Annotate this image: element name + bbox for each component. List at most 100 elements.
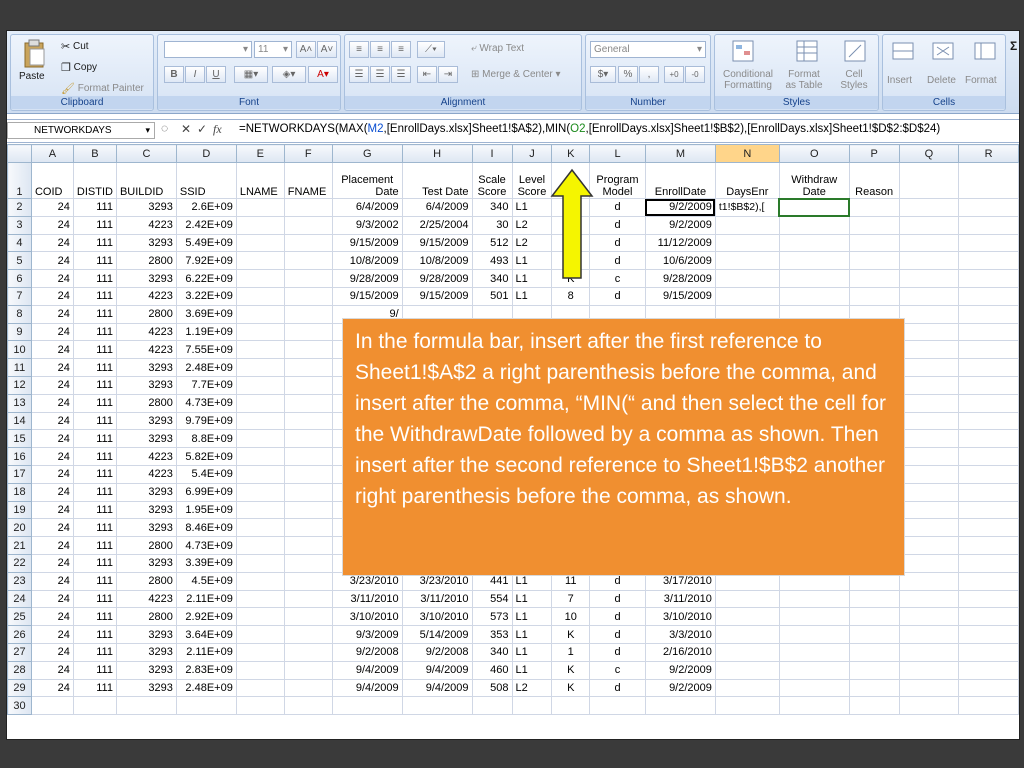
italic-button[interactable]: I [185,66,205,83]
cell[interactable]: L1 [511,607,553,627]
cell[interactable]: 24 [30,198,74,217]
cell[interactable]: 24 [30,269,74,288]
cell[interactable] [778,642,850,662]
column-header[interactable]: J [511,144,553,163]
cell[interactable] [958,411,1019,431]
cell[interactable] [235,269,285,288]
cell[interactable]: 2.48E+09 [175,678,237,698]
cell[interactable] [235,411,285,431]
cell[interactable]: 460 [471,660,513,680]
cell[interactable] [778,251,850,271]
cell[interactable]: L2 [511,233,553,253]
cell[interactable]: 2.11E+09 [175,642,237,662]
cell[interactable] [115,696,177,716]
cell[interactable]: 111 [72,322,117,342]
cell[interactable]: 5.49E+09 [175,233,237,253]
align-left-icon[interactable]: ☰ [349,66,369,83]
cell[interactable] [235,500,285,520]
cell[interactable] [714,678,780,698]
cell[interactable]: 111 [72,642,117,662]
header-cell[interactable]: FNAME [283,162,333,199]
cell[interactable] [714,251,780,271]
cell[interactable]: 111 [72,375,117,395]
cell[interactable] [898,411,960,431]
cell[interactable]: 24 [30,304,74,324]
cell[interactable]: 4223 [115,447,177,466]
cell[interactable]: 111 [72,660,117,680]
font-name-combo[interactable]: ▾ [164,41,252,58]
cell[interactable] [235,464,285,484]
cell[interactable]: 3/11/2010 [401,589,473,609]
row-header[interactable]: 16 [7,447,32,466]
align-bottom-icon[interactable]: ≡ [391,41,411,58]
cell[interactable]: 111 [72,429,117,449]
cell[interactable] [283,393,333,413]
increase-indent-icon[interactable]: ⇥ [438,66,458,83]
cell[interactable] [958,660,1019,680]
cell[interactable]: 3293 [115,518,177,538]
cell[interactable]: d [589,198,646,217]
header-cell[interactable]: LNAME [235,162,285,199]
row-header[interactable]: 27 [7,642,32,662]
cell[interactable] [898,678,960,698]
cell[interactable]: d [589,607,646,627]
column-header[interactable]: C [115,144,177,163]
cell[interactable] [958,482,1019,502]
cell[interactable] [958,429,1019,449]
cell[interactable]: c [589,660,646,680]
header-cell[interactable]: BUILDID [115,162,177,199]
grow-font-button[interactable]: A˄ [296,41,316,58]
header-cell[interactable]: Placement Date [331,162,403,199]
cell[interactable] [898,198,960,217]
cell[interactable]: 9/28/2009 [401,269,473,288]
cell[interactable] [958,607,1019,627]
cell[interactable]: 111 [72,358,117,377]
cell-styles-button[interactable]: Cell Styles [831,69,877,91]
cell[interactable] [235,340,285,360]
cell[interactable] [778,233,850,253]
cell[interactable]: d [589,678,646,698]
paste-button[interactable]: Paste [19,71,45,82]
header-cell[interactable]: DISTID [72,162,117,199]
cell[interactable]: 3.39E+09 [175,553,237,573]
cell[interactable]: 111 [72,251,117,271]
cell[interactable] [848,251,900,271]
cell[interactable]: c [589,269,646,288]
row-header[interactable]: 12 [7,375,32,395]
cell[interactable] [848,660,900,680]
cell[interactable]: d [589,625,646,644]
cell[interactable]: 3/3/2010 [644,625,716,644]
cell[interactable] [235,660,285,680]
cell[interactable] [778,286,850,306]
font-size-combo[interactable]: 11 ▾ [254,41,292,58]
cell[interactable]: 3/10/2010 [644,607,716,627]
cell[interactable] [958,464,1019,484]
cell[interactable] [283,536,333,555]
cell[interactable] [848,269,900,288]
cell[interactable]: 3.64E+09 [175,625,237,644]
cell[interactable] [714,269,780,288]
cell[interactable]: 24 [30,571,74,591]
cell[interactable]: 2.92E+09 [175,607,237,627]
cell[interactable] [898,696,960,716]
cell[interactable]: 111 [72,500,117,520]
cell[interactable] [283,429,333,449]
cell[interactable] [283,251,333,271]
cell[interactable]: 3293 [115,269,177,288]
cell[interactable]: 9/3/2009 [331,625,403,644]
cell[interactable]: 3.69E+09 [175,304,237,324]
cell[interactable]: 508 [471,678,513,698]
cell[interactable]: 111 [72,269,117,288]
header-cell[interactable] [958,162,1019,199]
insert-button[interactable]: Insert [887,75,912,86]
cell[interactable] [235,233,285,253]
shrink-font-button[interactable]: A˅ [317,41,337,58]
cell[interactable]: 4.73E+09 [175,393,237,413]
cell[interactable]: 111 [72,340,117,360]
cell[interactable]: 111 [72,411,117,431]
expand-icon[interactable]: ◌ [161,121,168,135]
insert-function-icon[interactable]: fx [213,122,222,137]
cell[interactable]: 111 [72,286,117,306]
cut-button[interactable]: ✂ Cut [61,40,89,53]
cell[interactable]: 9/28/2009 [331,269,403,288]
